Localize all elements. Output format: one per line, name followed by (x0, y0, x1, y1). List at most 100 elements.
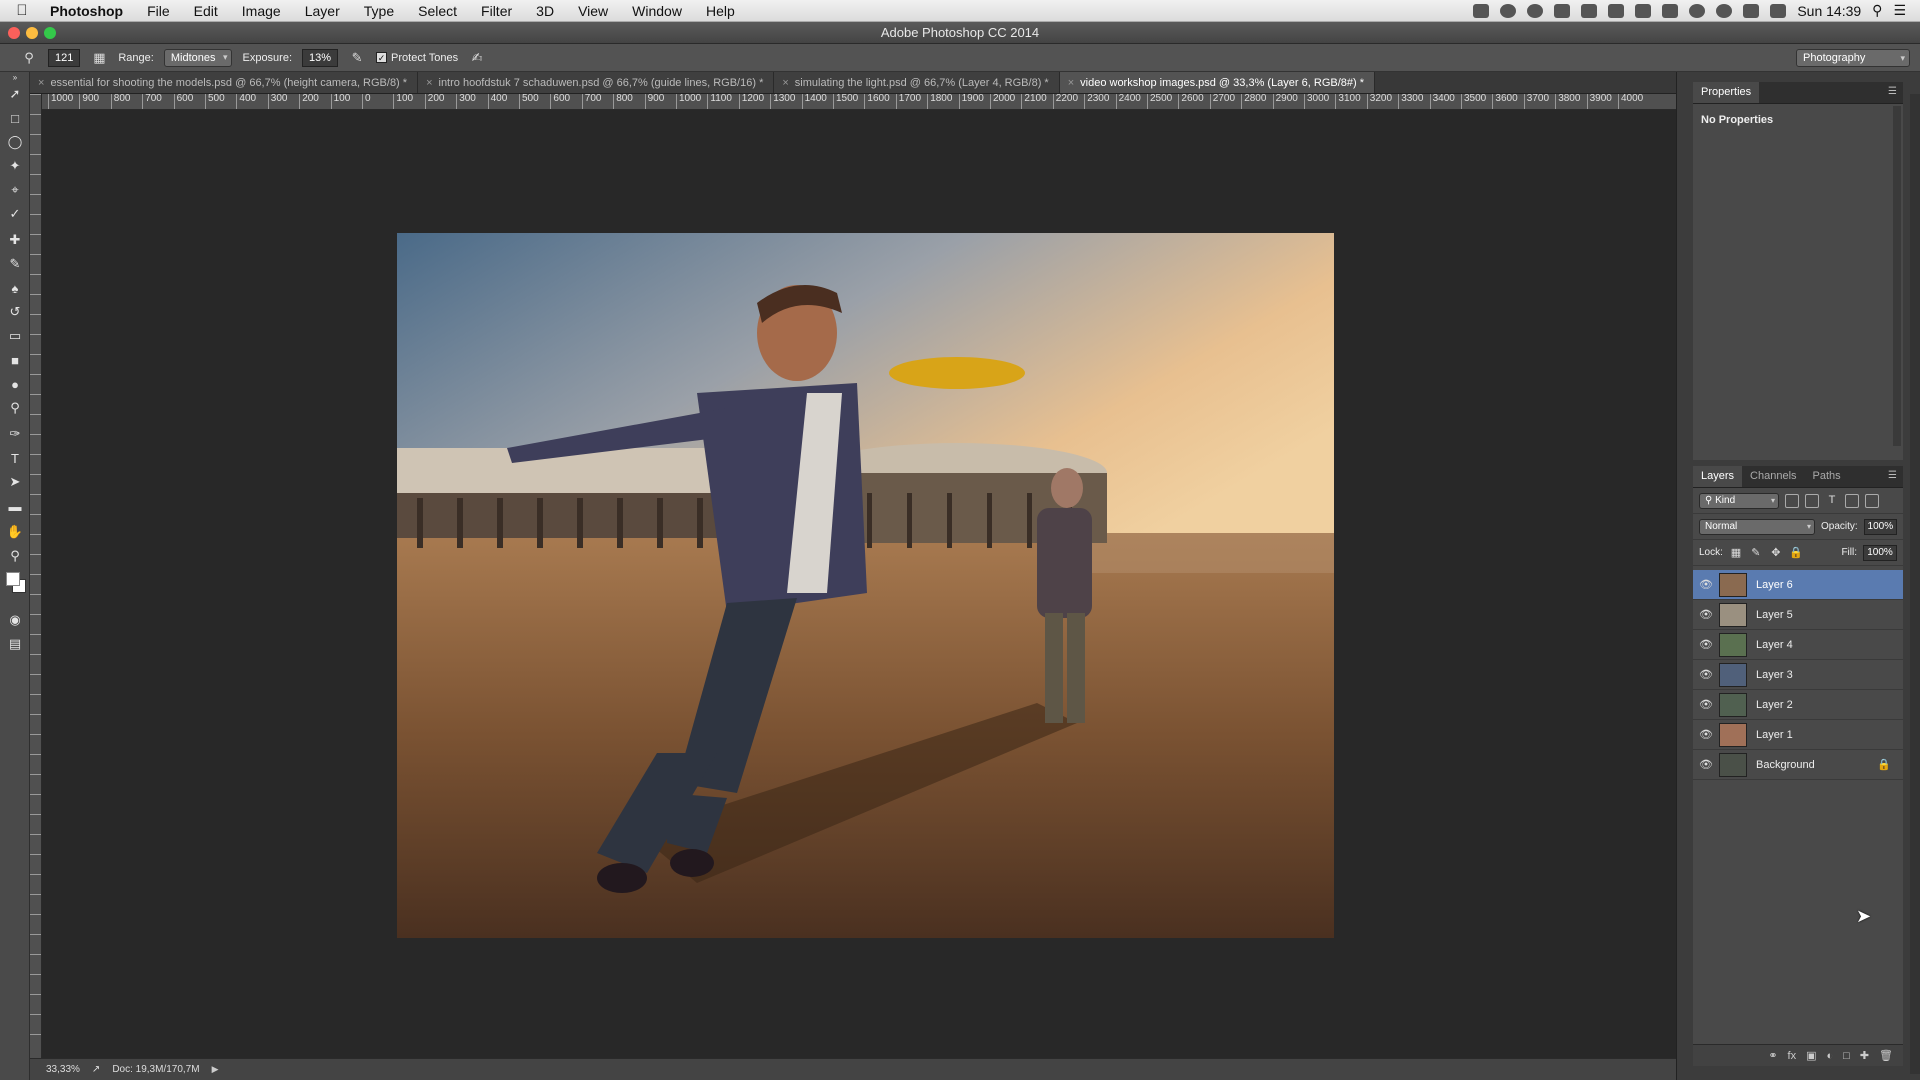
lock-position-icon[interactable]: ✥ (1769, 546, 1783, 560)
lock-transparent-pixels-icon[interactable]: ▦ (1729, 546, 1743, 560)
close-tab-icon[interactable]: × (38, 77, 44, 89)
type-tool-icon[interactable]: T (0, 446, 30, 470)
bluetooth-icon[interactable] (1716, 3, 1733, 18)
shield-icon[interactable] (1554, 3, 1571, 18)
visibility-eye-icon[interactable]: 👁 (1693, 698, 1719, 711)
volume-icon[interactable] (1770, 3, 1787, 18)
doc-tab-1[interactable]: × intro hoofdstuk 7 schaduwen.psd @ 66,7%… (418, 72, 775, 93)
horizontal-ruler[interactable]: 1000 900 800 700 600 500 400 300 200 100 0 100 200 30… (42, 94, 1676, 110)
status-menu-arrow-icon[interactable]: ▶ (212, 1064, 219, 1075)
move-tool-icon[interactable]: ➚ (0, 82, 30, 106)
dodge-tool-icon[interactable]: ⚲ (0, 396, 30, 420)
zoom-window-button[interactable] (44, 27, 56, 39)
lock-image-pixels-icon[interactable]: ✎ (1749, 546, 1763, 560)
layer-thumbnail[interactable] (1719, 752, 1747, 777)
workspace-switcher[interactable]: Photography (1796, 49, 1910, 67)
brush-tool-icon[interactable]: ✎ (0, 252, 30, 276)
hand-tool-icon[interactable]: ✋ (0, 520, 30, 544)
display-icon[interactable] (1635, 3, 1652, 18)
clone-stamp-tool-icon[interactable]: ♠ (0, 276, 30, 300)
apple-menu-icon[interactable]:  (0, 2, 44, 19)
visibility-eye-icon[interactable]: 👁 (1693, 758, 1719, 771)
time-machine-icon[interactable] (1689, 3, 1706, 18)
eraser-tool-icon[interactable]: ▭ (0, 324, 30, 348)
menubar-clock[interactable]: Sun 14:39 (1797, 3, 1861, 19)
tab-properties[interactable]: Properties (1693, 82, 1760, 103)
tab-layers[interactable]: Layers (1693, 466, 1743, 487)
quick-mask-icon[interactable]: ◉ (0, 608, 30, 632)
document-image[interactable] (397, 233, 1334, 938)
layer-filter-kind-select[interactable]: ⚲ Kind (1699, 492, 1779, 509)
panel-menu-icon[interactable]: ☰ (1888, 86, 1897, 97)
protect-tones-checkbox[interactable]: ✓ Protect Tones (376, 51, 458, 64)
wifi-icon[interactable] (1743, 3, 1760, 18)
creative-cloud-icon[interactable] (1527, 3, 1544, 18)
fill-input[interactable]: 100% (1863, 544, 1897, 561)
spotlight-search-icon[interactable]: ⚲ (1872, 2, 1882, 19)
shape-filter-icon[interactable] (1845, 493, 1859, 508)
new-layer-icon[interactable]: ✚ (1860, 1049, 1869, 1062)
sync-icon[interactable] (1500, 3, 1517, 18)
panel-dock-strip[interactable] (1910, 94, 1920, 1074)
dodge-tool-preset-icon[interactable]: ⚲ (20, 49, 38, 67)
layer-thumbnail[interactable] (1719, 572, 1747, 597)
layer-name[interactable]: Layer 5 (1756, 609, 1793, 621)
delete-layer-icon[interactable]: 🗑 (1879, 1049, 1893, 1062)
layer-name[interactable]: Layer 6 (1756, 579, 1793, 591)
vertical-ruler[interactable] (30, 94, 42, 1058)
visibility-eye-icon[interactable]: 👁 (1693, 668, 1719, 681)
menu-edit[interactable]: Edit (182, 3, 230, 19)
blur-tool-icon[interactable]: ● (0, 372, 30, 396)
menu-help[interactable]: Help (694, 3, 747, 19)
layer-lock-icon[interactable]: 🔒 (1877, 758, 1891, 771)
type-filter-icon[interactable]: T (1825, 494, 1839, 508)
menu-3d[interactable]: 3D (524, 3, 566, 19)
layer-name[interactable]: Background (1756, 759, 1815, 771)
layer-row[interactable]: 👁 Layer 4 (1693, 630, 1903, 660)
layer-name[interactable]: Layer 4 (1756, 639, 1793, 651)
crop-tool-icon[interactable]: ⌖ (0, 178, 30, 202)
visibility-eye-icon[interactable]: 👁 (1693, 578, 1719, 591)
layer-row[interactable]: 👁 Background 🔒 (1693, 750, 1903, 780)
doc-tab-3[interactable]: × video workshop images.psd @ 33,3% (Laye… (1059, 72, 1375, 93)
tools-collapse-icon[interactable]: » (0, 72, 30, 82)
layer-row[interactable]: 👁 Layer 2 (1693, 690, 1903, 720)
bell-icon[interactable] (1581, 3, 1598, 18)
layer-row[interactable]: 👁 Layer 3 (1693, 660, 1903, 690)
pen-tool-icon[interactable]: ✑ (0, 422, 30, 446)
layer-thumbnail[interactable] (1719, 662, 1747, 687)
layer-thumbnail[interactable] (1719, 692, 1747, 717)
zoom-tool-icon[interactable]: ⚲ (0, 544, 30, 568)
foreground-color-swatch[interactable] (6, 572, 20, 586)
layer-row[interactable]: 👁 Layer 6 (1693, 570, 1903, 600)
layer-name[interactable]: Layer 2 (1756, 699, 1793, 711)
opacity-input[interactable]: 100% (1863, 518, 1897, 535)
layer-style-icon[interactable]: fx (1788, 1050, 1797, 1062)
menu-window[interactable]: Window (620, 3, 694, 19)
range-select[interactable]: Midtones (163, 48, 233, 67)
smart-object-filter-icon[interactable] (1865, 493, 1879, 508)
minimize-window-button[interactable] (26, 27, 38, 39)
color-swatches[interactable] (0, 568, 30, 608)
adjustment-filter-icon[interactable] (1805, 493, 1819, 508)
marquee-tool-icon[interactable]: □ (0, 106, 30, 130)
tab-channels[interactable]: Channels (1742, 466, 1804, 487)
properties-scrollbar[interactable] (1893, 106, 1901, 446)
doc-tab-2[interactable]: × simulating the light.psd @ 66,7% (Layer… (774, 72, 1060, 93)
menu-select[interactable]: Select (406, 3, 469, 19)
app-tray-icon[interactable] (1608, 3, 1625, 18)
layer-name[interactable]: Layer 1 (1756, 729, 1793, 741)
menu-file[interactable]: File (135, 3, 182, 19)
menu-view[interactable]: View (566, 3, 620, 19)
exposure-input[interactable]: 13% (302, 48, 339, 67)
add-mask-icon[interactable]: ▣ (1806, 1049, 1816, 1062)
layer-row[interactable]: 👁 Layer 5 (1693, 600, 1903, 630)
airbrush-toggle-icon[interactable]: ✎ (348, 49, 366, 67)
export-icon[interactable]: ↗ (92, 1064, 100, 1075)
layer-thumbnail[interactable] (1719, 632, 1747, 657)
layer-name[interactable]: Layer 3 (1756, 669, 1793, 681)
panel-menu-icon[interactable]: ☰ (1888, 470, 1897, 481)
tab-paths[interactable]: Paths (1805, 466, 1849, 487)
close-window-button[interactable] (8, 27, 20, 39)
menu-type[interactable]: Type (352, 3, 406, 19)
